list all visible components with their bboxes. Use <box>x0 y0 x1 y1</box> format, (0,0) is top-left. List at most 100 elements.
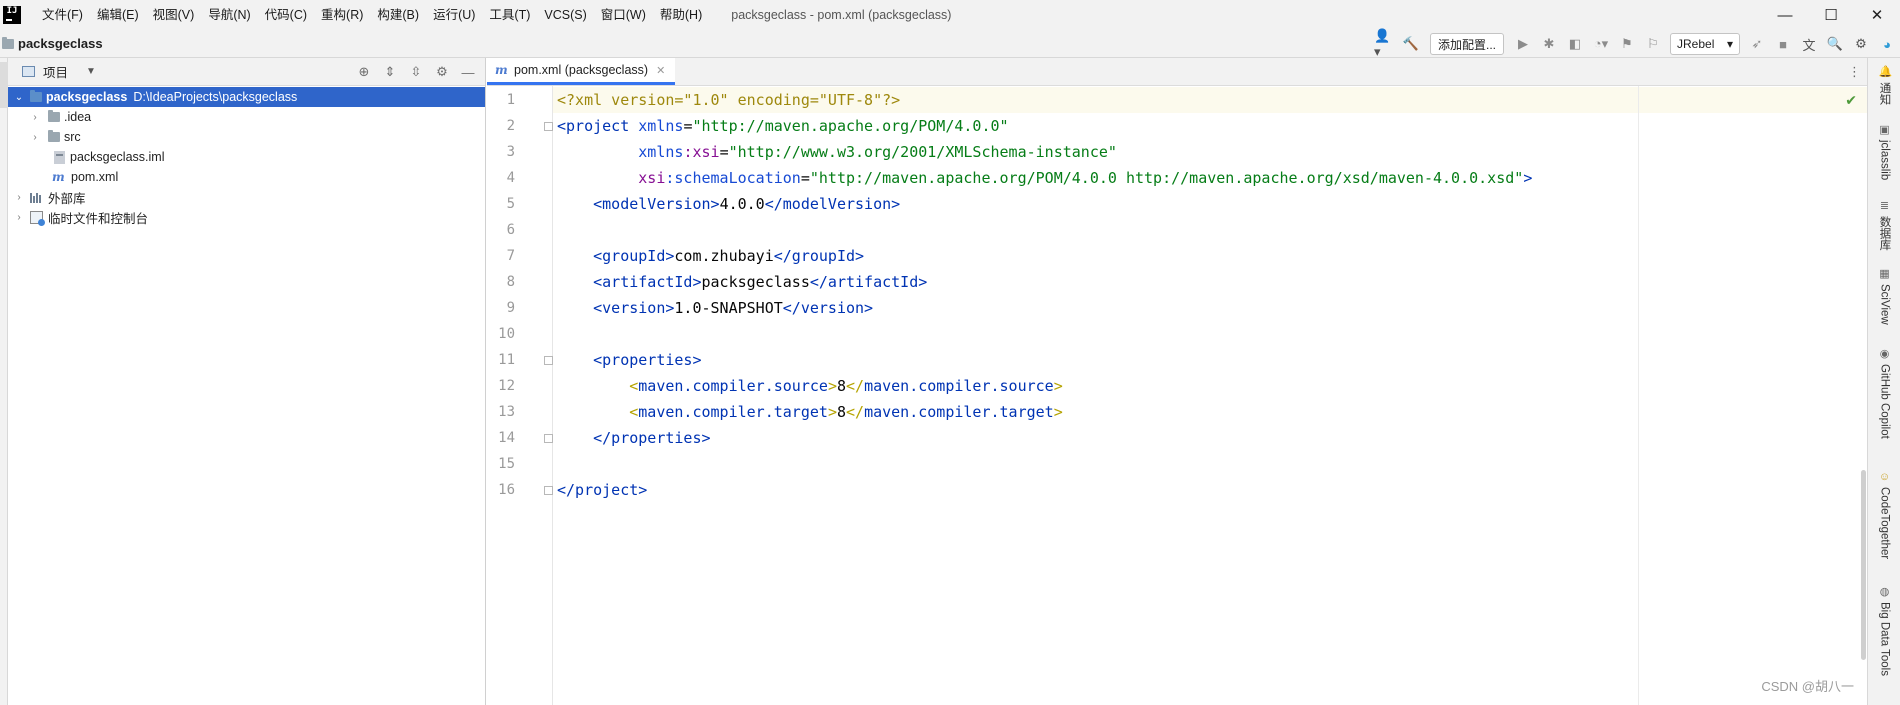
chevron-right-icon[interactable]: › <box>28 132 42 143</box>
tree-item-project-root[interactable]: ⌄ packsgeclass D:\IdeaProjects\packsgecl… <box>8 87 485 107</box>
tool-tab-database[interactable]: ≣ 数据库 <box>1868 200 1900 251</box>
tool-tab-jclasslib[interactable]: ▣ jclasslib <box>1868 124 1900 180</box>
menu-edit[interactable]: 编辑(E) <box>90 0 146 30</box>
menu-build[interactable]: 构建(B) <box>370 0 426 30</box>
tree-item-label: src <box>64 130 81 144</box>
expand-all-icon[interactable]: ⇕ <box>379 61 401 83</box>
code-line: 8 <artifactId>packsgeclass</artifactId> <box>487 269 1867 295</box>
jrebel-run-icon[interactable]: ⚑ <box>1616 33 1638 55</box>
project-view-selector[interactable]: 项目 ▼ <box>22 62 96 81</box>
intellij-logo-icon[interactable]: IJ <box>3 6 21 24</box>
build-hammer-icon[interactable]: 🔨 <box>1400 33 1422 55</box>
close-icon[interactable]: ✕ <box>656 64 665 77</box>
bigdata-icon: ◍ <box>1879 586 1890 598</box>
fold-marker-icon[interactable] <box>544 122 553 131</box>
locate-icon[interactable]: ⊕ <box>353 61 375 83</box>
code-text: <project xmlns="http://maven.apache.org/… <box>557 117 1009 135</box>
line-number: 6 <box>506 222 515 238</box>
chevron-right-icon[interactable]: › <box>28 112 42 123</box>
code-line: 15 <box>487 451 1867 477</box>
main-menu: 文件(F) 编辑(E) 视图(V) 导航(N) 代码(C) 重构(R) 构建(B… <box>35 0 709 30</box>
main-toolbar: 👤▾ 🔨 添加配置... ▶ ✱ ◧ ◔▾ ⚑ ⚐ JRebel ▾ ➶ ■ 文… <box>1372 28 1900 59</box>
tool-tab-sciview[interactable]: ▦ SciView <box>1868 268 1900 325</box>
tree-item-src[interactable]: › src <box>8 127 485 147</box>
chevron-right-icon[interactable]: › <box>12 212 26 223</box>
user-icon[interactable]: 👤▾ <box>1374 28 1396 59</box>
code-line: 13 <maven.compiler.target>8</maven.compi… <box>487 399 1867 425</box>
bell-icon: 🔔 <box>1878 66 1893 78</box>
jrebel-debug-icon[interactable]: ⚐ <box>1642 33 1664 55</box>
right-tool-stripe: 🔔 通知 ▣ jclasslib ≣ 数据库 ▦ SciView ◉ GitHu… <box>1867 58 1900 705</box>
tab-pom-xml[interactable]: m pom.xml (packsgeclass) ✕ <box>487 58 676 85</box>
watermark: CSDN @胡八一 <box>1761 679 1854 694</box>
editor-scrollbar[interactable] <box>1861 470 1866 660</box>
tool-tab-codetogether[interactable]: ☺ CodeTogether <box>1868 471 1900 559</box>
jrebel-deploy-icon[interactable]: ➶ <box>1746 33 1768 55</box>
code-line: 5 <modelVersion>4.0.0</modelVersion> <box>487 191 1867 217</box>
run-icon[interactable]: ▶ <box>1512 33 1534 55</box>
search-icon[interactable]: 🔍 <box>1824 33 1846 55</box>
tool-tab-notifications[interactable]: 🔔 通知 <box>1868 66 1900 105</box>
fold-marker-icon[interactable] <box>544 356 553 365</box>
menu-file[interactable]: 文件(F) <box>35 0 90 30</box>
tree-item-external-libraries[interactable]: › 外部库 <box>8 187 485 207</box>
tree-item-iml[interactable]: packsgeclass.iml <box>8 147 485 167</box>
menu-code[interactable]: 代码(C) <box>258 0 314 30</box>
maven-icon: m <box>495 63 508 77</box>
folder-icon <box>48 110 60 122</box>
code-text: <maven.compiler.target>8</maven.compiler… <box>629 403 1063 421</box>
code-text: </project> <box>557 481 648 499</box>
code-text: xsi:schemaLocation="http://maven.apache.… <box>638 169 1533 187</box>
tree-item-scratches[interactable]: › 临时文件和控制台 <box>8 207 485 227</box>
menu-navigate[interactable]: 导航(N) <box>201 0 257 30</box>
hide-panel-icon[interactable]: — <box>457 61 479 83</box>
chevron-down-icon[interactable]: ⌄ <box>12 92 26 103</box>
gear-icon[interactable]: ⚙ <box>1850 33 1872 55</box>
tool-tab-big-data-tools[interactable]: ◍ Big Data Tools <box>1868 586 1900 676</box>
code-text: </properties> <box>593 429 711 447</box>
line-number: 7 <box>506 248 515 264</box>
code-text: <groupId>com.zhubayi</groupId> <box>593 247 865 265</box>
menu-view[interactable]: 视图(V) <box>146 0 202 30</box>
more-vertical-icon[interactable]: ⋮ <box>1848 64 1861 80</box>
profile-icon[interactable]: ◔▾ <box>1590 33 1612 55</box>
line-number: 3 <box>506 144 515 160</box>
menu-run[interactable]: 运行(U) <box>426 0 482 30</box>
project-tool-tab[interactable] <box>0 62 8 108</box>
breadcrumb[interactable]: packsgeclass <box>2 36 103 51</box>
gear-icon[interactable]: ⚙ <box>431 61 453 83</box>
collapse-all-icon[interactable]: ⇳ <box>405 61 427 83</box>
tree-item-idea[interactable]: › .idea <box>8 107 485 127</box>
menu-tools[interactable]: 工具(T) <box>482 0 537 30</box>
menu-vcs[interactable]: VCS(S) <box>537 0 593 30</box>
breadcrumb-project-name: packsgeclass <box>18 36 103 51</box>
stop-icon[interactable]: ■ <box>1772 33 1794 55</box>
plugin-logo-icon[interactable]: ◕ <box>1876 33 1898 55</box>
project-tree: ⌄ packsgeclass D:\IdeaProjects\packsgecl… <box>8 86 485 227</box>
jrebel-dropdown[interactable]: JRebel ▾ <box>1670 33 1740 55</box>
debug-icon[interactable]: ✱ <box>1538 33 1560 55</box>
minimize-button[interactable]: — <box>1762 0 1808 30</box>
tool-tab-github-copilot[interactable]: ◉ GitHub Copilot <box>1868 348 1900 439</box>
navigation-bar: packsgeclass 👤▾ 🔨 添加配置... ▶ ✱ ◧ ◔▾ ⚑ ⚐ J… <box>0 28 1900 59</box>
window-controls: — ☐ ✕ <box>1762 0 1900 30</box>
tree-item-pom[interactable]: m pom.xml <box>8 167 485 187</box>
iml-file-icon <box>54 150 65 164</box>
close-window-button[interactable]: ✕ <box>1854 0 1900 30</box>
fold-marker-icon[interactable] <box>544 434 553 443</box>
editor: m pom.xml (packsgeclass) ✕ ⋮ ✔ 1 <?xml v… <box>487 58 1867 705</box>
menu-window[interactable]: 窗口(W) <box>594 0 653 30</box>
code-line: 1 <?xml version="1.0" encoding="UTF-8"?> <box>487 87 1867 113</box>
coverage-icon[interactable]: ◧ <box>1564 33 1586 55</box>
translate-icon[interactable]: 文 <box>1798 33 1820 55</box>
tree-item-label: 外部库 <box>48 191 86 206</box>
add-configuration-button[interactable]: 添加配置... <box>1429 33 1504 55</box>
tab-label: pom.xml (packsgeclass) <box>514 63 649 77</box>
menu-refactor[interactable]: 重构(R) <box>314 0 370 30</box>
code-editor[interactable]: ✔ 1 <?xml version="1.0" encoding="UTF-8"… <box>487 86 1867 705</box>
tree-item-label: packsgeclass <box>46 90 128 104</box>
chevron-right-icon[interactable]: › <box>12 192 26 203</box>
maximize-button[interactable]: ☐ <box>1808 0 1854 30</box>
fold-marker-icon[interactable] <box>544 486 553 495</box>
menu-help[interactable]: 帮助(H) <box>653 0 709 30</box>
